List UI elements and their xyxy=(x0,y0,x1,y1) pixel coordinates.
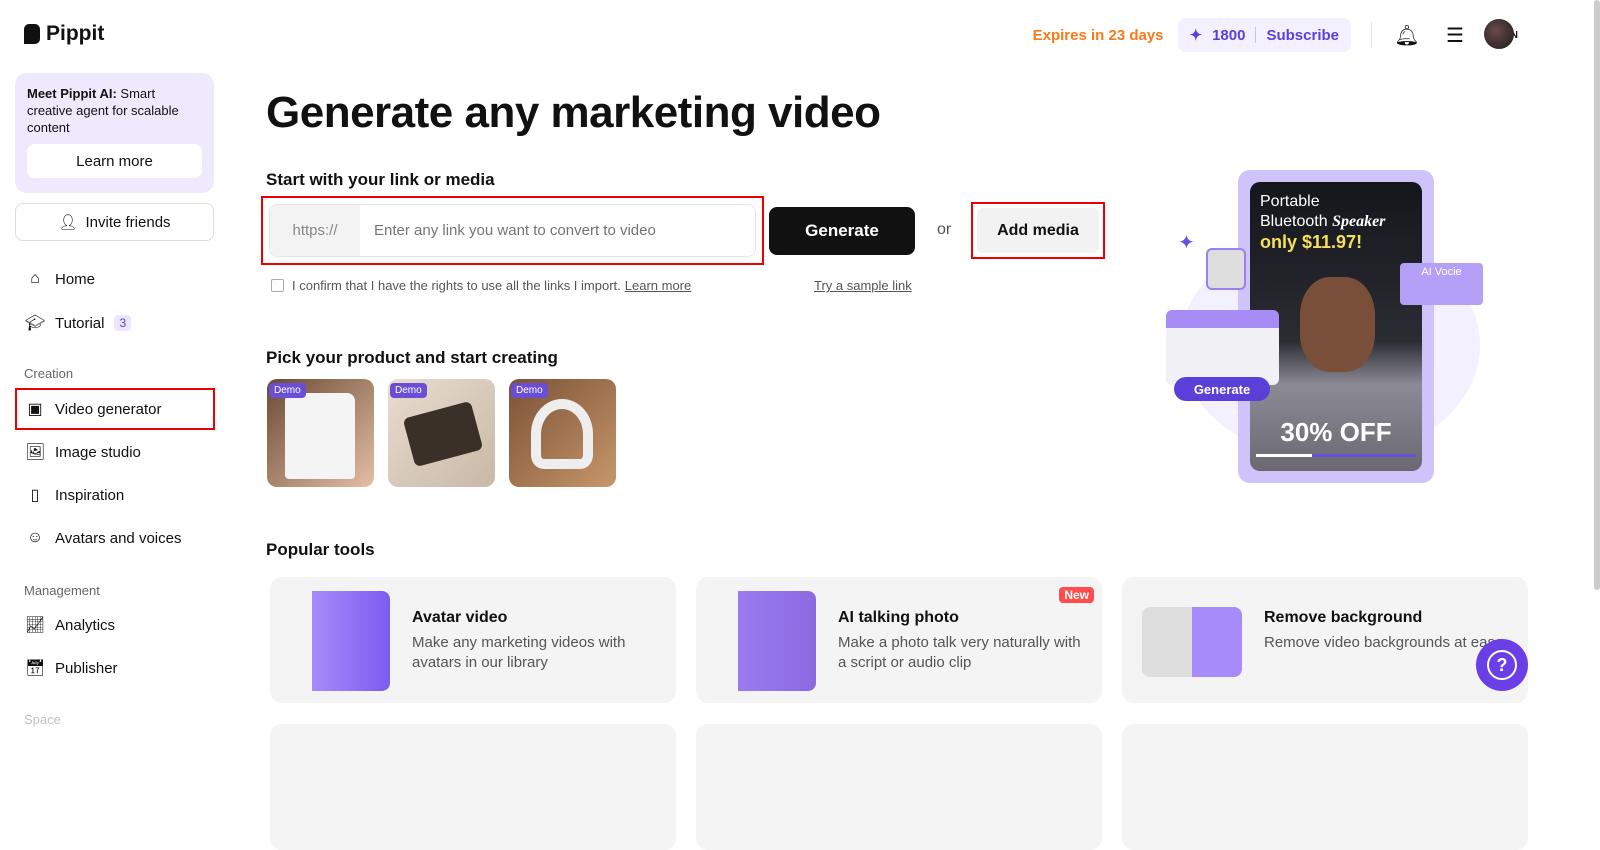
hero-generate: Generate xyxy=(1174,377,1270,401)
tool-desc: Make any marketing videos with avatars i… xyxy=(412,634,626,671)
label: Avatars and voices xyxy=(55,529,182,547)
image-icon: 🖼︎ xyxy=(25,444,46,461)
help-button[interactable]: ? xyxy=(1476,639,1528,691)
sparkle-icon: ✦ xyxy=(1189,27,1203,44)
pick-heading: Pick your product and start creating xyxy=(266,348,558,367)
logo-icon xyxy=(24,24,40,44)
or-text: or xyxy=(937,221,952,238)
top-bar: Expires in 23 days ✦1800Subscribe 🔔︎ ☰ 🌐… xyxy=(1032,18,1518,52)
sparkle-icon: ✦ xyxy=(1178,232,1195,254)
tool-card-more[interactable] xyxy=(1122,724,1528,850)
chart-icon: 📈︎ xyxy=(25,617,46,634)
tool-avatar-video[interactable]: Avatar video Make any marketing videos wi… xyxy=(270,577,676,703)
person-image xyxy=(1300,277,1375,372)
tool-title: AI talking photo xyxy=(838,609,959,626)
product-shirt[interactable]: Demo xyxy=(267,379,374,487)
avatar-video-thumbnail xyxy=(290,591,390,691)
link-input-box: https:// xyxy=(261,196,764,265)
tool-desc: Make a photo talk very naturally with a … xyxy=(838,634,1081,671)
sidebar-item-inspiration[interactable]: ▯ Inspiration xyxy=(25,476,211,514)
confirm-checkbox[interactable] xyxy=(271,279,284,292)
hero-discount: 30% OFF xyxy=(1280,417,1392,447)
tutorial-badge: 3 xyxy=(114,315,132,331)
sidebar-item-analytics[interactable]: 📈︎ Analytics xyxy=(25,606,211,644)
generate-button[interactable]: Generate xyxy=(769,207,915,255)
hero-line2: Bluetooth xyxy=(1260,213,1328,230)
section-space: Space xyxy=(24,712,61,727)
add-media-label: Add media xyxy=(977,208,1099,253)
avatar-icon: ☺ xyxy=(26,529,44,546)
video-plus-icon: ▣ xyxy=(27,401,43,418)
pippit-logo[interactable]: Pippit xyxy=(24,22,104,46)
scrollbar[interactable] xyxy=(1594,0,1600,590)
label: Video generator xyxy=(55,400,162,418)
tool-title: Avatar video xyxy=(412,609,508,626)
popular-heading: Popular tools xyxy=(266,540,375,559)
expires-text: Expires in 23 days xyxy=(1032,26,1164,44)
talking-photo-thumbnail xyxy=(716,591,816,691)
product-headphones[interactable]: Demo xyxy=(509,379,616,487)
credits-count: 1800 xyxy=(1212,26,1246,44)
rights-confirm: I confirm that I have the rights to use … xyxy=(271,278,691,293)
ai-voice-card: AI Vocie xyxy=(1400,263,1483,305)
demo-badge: Demo xyxy=(511,383,548,398)
invite-label: Invite friends xyxy=(85,213,171,231)
bell-icon[interactable]: 🔔︎ xyxy=(1394,22,1420,48)
label: Analytics xyxy=(55,616,116,634)
url-prefix: https:// xyxy=(270,205,360,256)
new-badge: New xyxy=(1059,587,1094,603)
demo-badge: Demo xyxy=(269,383,306,398)
hero-price: only $11.97! xyxy=(1260,232,1363,252)
tool-desc: Remove video backgrounds at ease xyxy=(1264,634,1504,651)
user-plus-icon: 👤︎ xyxy=(58,214,78,231)
graduation-cap-icon: 🎓︎ xyxy=(25,315,46,332)
tool-remove-background[interactable]: Remove background Remove video background… xyxy=(1122,577,1528,703)
label: Tutorial xyxy=(55,314,105,332)
page-title: Generate any marketing video xyxy=(266,88,881,137)
credits-subscribe[interactable]: ✦ 1800 Subscribe xyxy=(1177,18,1351,52)
sidebar-item-avatars-voices[interactable]: ☺ Avatars and voices xyxy=(25,519,211,557)
sample-link[interactable]: Try a sample link xyxy=(814,278,912,293)
avatar[interactable] xyxy=(1484,19,1514,49)
promo-title: Meet Pippit AI: xyxy=(27,86,117,101)
calendar-icon: 📅︎ xyxy=(25,660,46,677)
promo-card: Meet Pippit AI: Smart creative agent for… xyxy=(15,73,214,193)
learn-more-button[interactable]: Learn more xyxy=(27,144,202,178)
section-creation: Creation xyxy=(24,366,74,381)
inbox-icon[interactable]: ☰ xyxy=(1442,22,1468,48)
sidebar: Meet Pippit AI: Smart creative agent for… xyxy=(15,73,214,241)
remove-bg-thumbnail xyxy=(1142,607,1242,677)
demo-badge: Demo xyxy=(390,383,427,398)
section-management: Management xyxy=(24,583,100,598)
sidebar-item-tutorial[interactable]: 🎓︎ Tutorial 3 xyxy=(25,304,211,342)
inspiration-icon: ▯ xyxy=(30,487,40,504)
label: Inspiration xyxy=(55,486,125,504)
add-media-button[interactable]: Add media xyxy=(971,202,1105,259)
link-card xyxy=(1166,310,1279,385)
question-icon: ? xyxy=(1487,650,1517,680)
label: Home xyxy=(55,270,96,288)
hero-line1: Portable xyxy=(1260,193,1320,210)
tool-title: Remove background xyxy=(1264,609,1423,626)
product-eyeshadow[interactable]: Demo xyxy=(388,379,495,487)
sidebar-item-image-studio[interactable]: 🖼︎ Image studio xyxy=(25,433,211,471)
brand-name: Pippit xyxy=(46,22,105,45)
hero-line2b: Speaker xyxy=(1332,213,1386,230)
link-heading: Start with your link or media xyxy=(266,170,495,189)
confirm-text: I confirm that I have the rights to use … xyxy=(292,278,621,293)
sidebar-item-video-generator[interactable]: ▣ Video generator xyxy=(15,388,215,430)
confirm-learn-more-link[interactable]: Learn more xyxy=(625,278,691,293)
tool-ai-talking-photo[interactable]: AI talking photo Make a photo talk very n… xyxy=(696,577,1102,703)
tool-card-more[interactable] xyxy=(270,724,676,850)
invite-friends-button[interactable]: 👤︎ Invite friends xyxy=(15,203,214,241)
sidebar-item-publisher[interactable]: 📅︎ Publisher xyxy=(25,649,211,687)
label: Publisher xyxy=(55,659,118,677)
link-input[interactable] xyxy=(360,222,755,239)
tool-card-more[interactable] xyxy=(696,724,1102,850)
subscribe-button[interactable]: Subscribe xyxy=(1266,27,1339,44)
hero-illustration: Portable Bluetooth Speaker only $11.97! 30… xyxy=(1160,170,1490,485)
sidebar-item-home[interactable]: ⌂ Home xyxy=(25,260,211,298)
label: Image studio xyxy=(55,443,141,461)
home-icon: ⌂ xyxy=(30,270,40,287)
